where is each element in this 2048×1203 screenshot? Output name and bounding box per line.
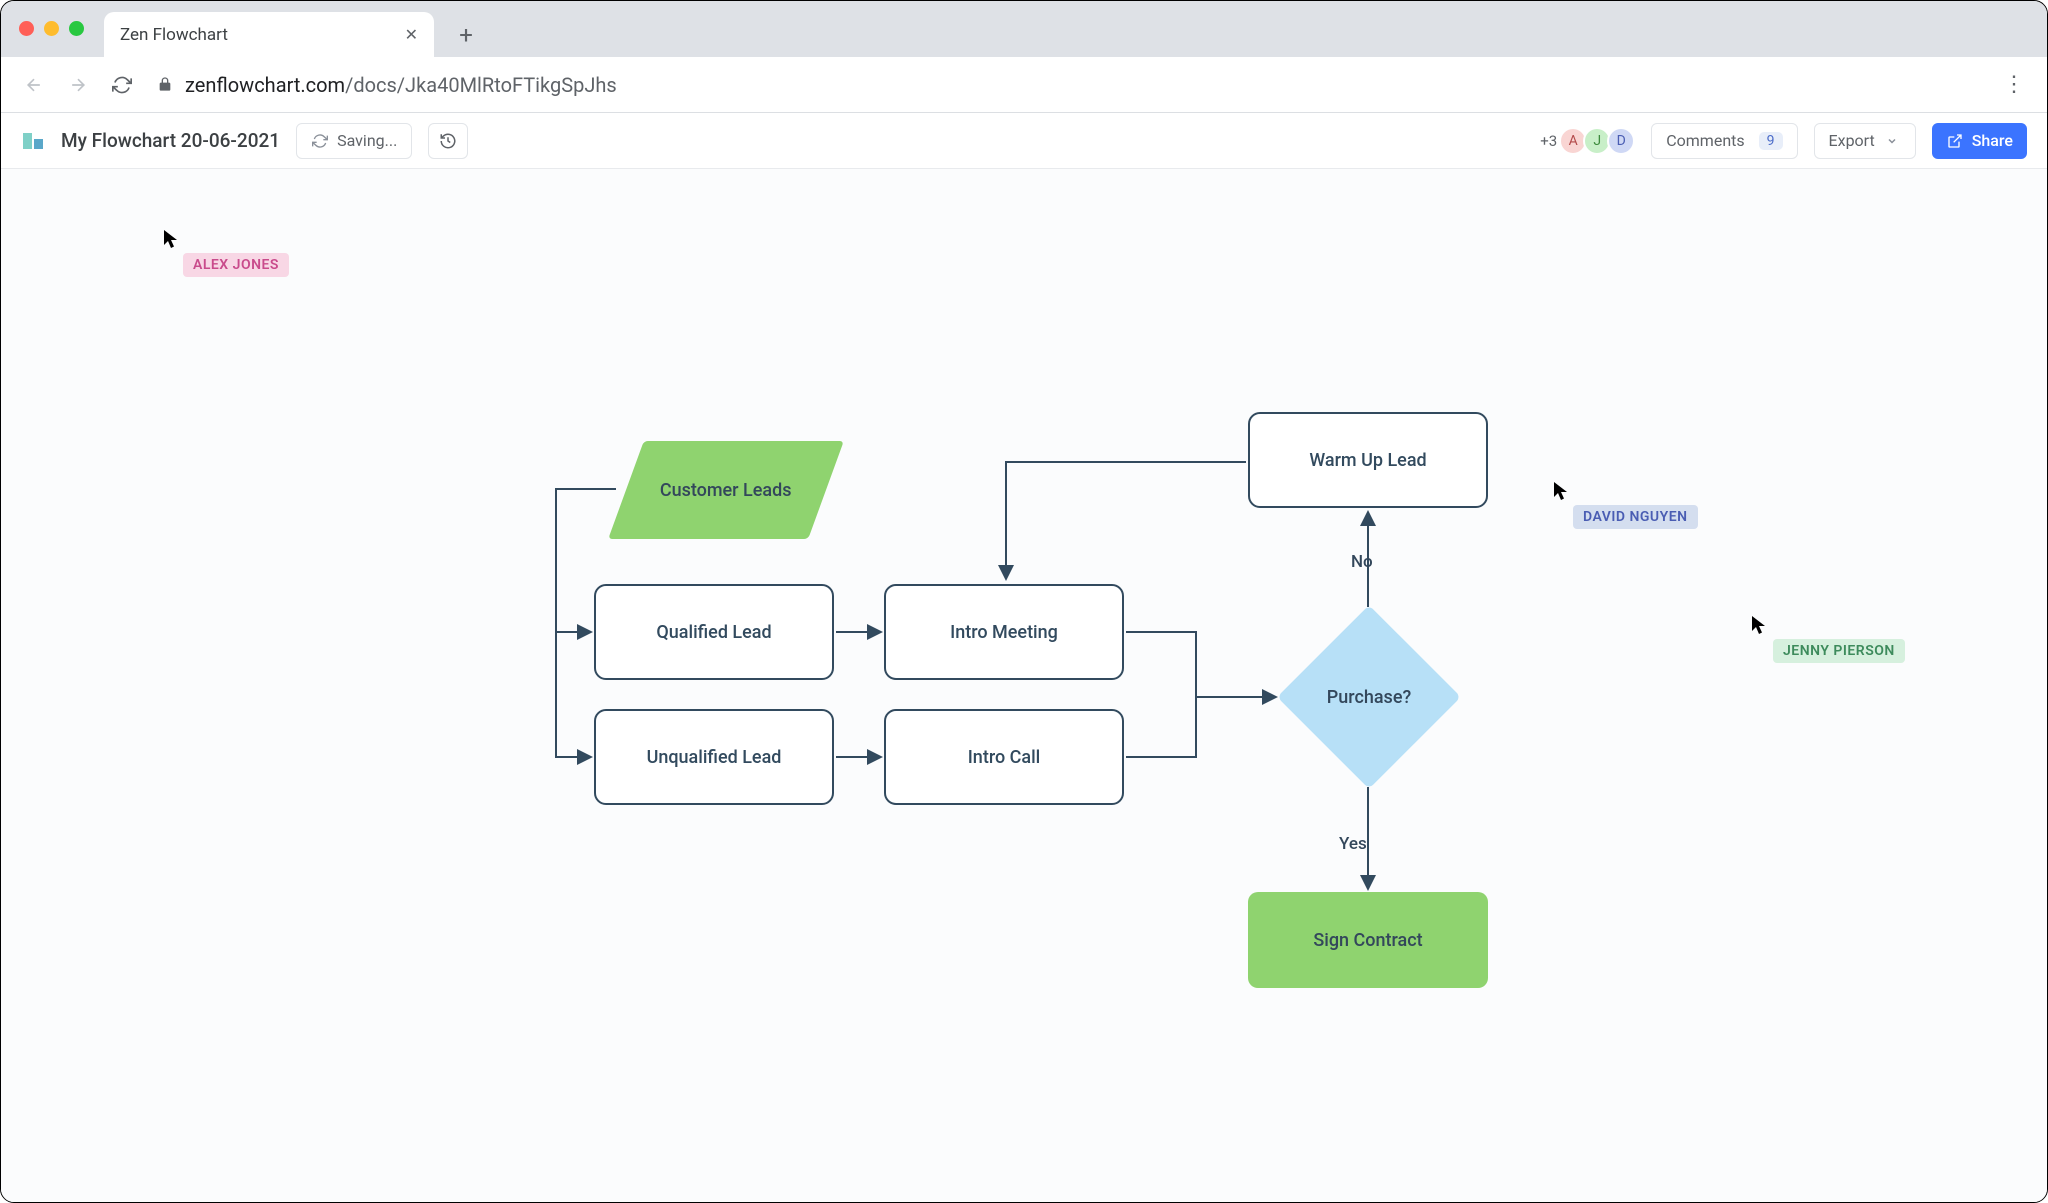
share-label: Share — [1972, 131, 2013, 150]
node-label: Sign Contract — [1313, 930, 1422, 951]
comments-count: 9 — [1759, 132, 1783, 150]
collaborator-tag-alex: ALEX JONES — [183, 253, 289, 277]
avatar-d[interactable]: D — [1607, 127, 1635, 155]
saving-status: Saving... — [296, 123, 412, 159]
tab-title: Zen Flowchart — [120, 25, 228, 45]
edge-label-yes: Yes — [1339, 834, 1367, 854]
export-button[interactable]: Export — [1814, 123, 1916, 159]
url-domain: zenflowchart.com — [185, 73, 345, 97]
edge-label-no: No — [1351, 552, 1373, 572]
sync-icon — [311, 132, 329, 150]
node-label: Warm Up Lead — [1309, 450, 1426, 471]
history-button[interactable] — [428, 123, 468, 159]
cursor-icon — [163, 229, 179, 253]
connectors — [1, 169, 2047, 1202]
window-maximize-icon[interactable] — [69, 21, 84, 36]
node-intro-meeting[interactable]: Intro Meeting — [884, 584, 1124, 680]
node-customer-leads[interactable]: Customer Leads — [608, 441, 844, 539]
collaborator-avatars[interactable]: +3 A J D — [1540, 127, 1635, 155]
comments-button[interactable]: Comments 9 — [1651, 123, 1797, 159]
flowchart-canvas[interactable]: ALEX JONES DAVID NGUYEN JENNY PIERSON — [1, 169, 2047, 1202]
node-qualified-lead[interactable]: Qualified Lead — [594, 584, 834, 680]
collaborator-tag-jenny: JENNY PIERSON — [1773, 639, 1905, 663]
node-label: Intro Call — [968, 747, 1041, 768]
node-unqualified-lead[interactable]: Unqualified Lead — [594, 709, 834, 805]
forward-button[interactable] — [59, 66, 97, 104]
node-label: Qualified Lead — [656, 622, 771, 643]
node-warm-up-lead[interactable]: Warm Up Lead — [1248, 412, 1488, 508]
node-purchase-decision[interactable]: Purchase? — [1279, 607, 1459, 787]
avatars-more-count: +3 — [1540, 132, 1557, 150]
comments-label: Comments — [1666, 131, 1744, 150]
browser-menu-icon[interactable]: ⋮ — [1995, 72, 2033, 97]
node-intro-call[interactable]: Intro Call — [884, 709, 1124, 805]
new-tab-button[interactable]: + — [446, 15, 486, 55]
node-sign-contract[interactable]: Sign Contract — [1248, 892, 1488, 988]
node-label: Intro Meeting — [950, 622, 1058, 643]
share-button[interactable]: Share — [1932, 123, 2027, 159]
share-icon — [1946, 132, 1964, 150]
document-title[interactable]: My Flowchart 20-06-2021 — [61, 129, 280, 152]
cursor-icon — [1751, 615, 1767, 639]
node-label: Unqualified Lead — [647, 747, 782, 768]
url-display[interactable]: zenflowchart.com/docs/Jka40MlRtoFTikgSpJ… — [157, 73, 1989, 97]
back-button[interactable] — [15, 66, 53, 104]
window-controls — [19, 21, 84, 36]
app-header: My Flowchart 20-06-2021 Saving... +3 A J… — [1, 113, 2047, 169]
close-tab-icon[interactable]: ✕ — [405, 25, 418, 44]
browser-tab[interactable]: Zen Flowchart ✕ — [104, 12, 434, 57]
reload-button[interactable] — [103, 66, 141, 104]
window-minimize-icon[interactable] — [44, 21, 59, 36]
cursor-icon — [1553, 481, 1569, 505]
saving-label: Saving... — [337, 131, 397, 150]
app-logo-icon[interactable] — [21, 129, 45, 153]
browser-tab-strip: Zen Flowchart ✕ + — [1, 1, 2047, 57]
collaborator-tag-david: DAVID NGUYEN — [1573, 505, 1698, 529]
browser-address-bar: zenflowchart.com/docs/Jka40MlRtoFTikgSpJ… — [1, 57, 2047, 113]
window-close-icon[interactable] — [19, 21, 34, 36]
export-label: Export — [1829, 131, 1875, 150]
url-path: /docs/Jka40MlRtoFTikgSpJhs — [345, 73, 617, 97]
chevron-down-icon — [1883, 132, 1901, 150]
history-icon — [439, 132, 457, 150]
node-label: Purchase? — [1327, 687, 1411, 708]
node-label: Customer Leads — [660, 480, 792, 501]
lock-icon — [157, 73, 173, 97]
